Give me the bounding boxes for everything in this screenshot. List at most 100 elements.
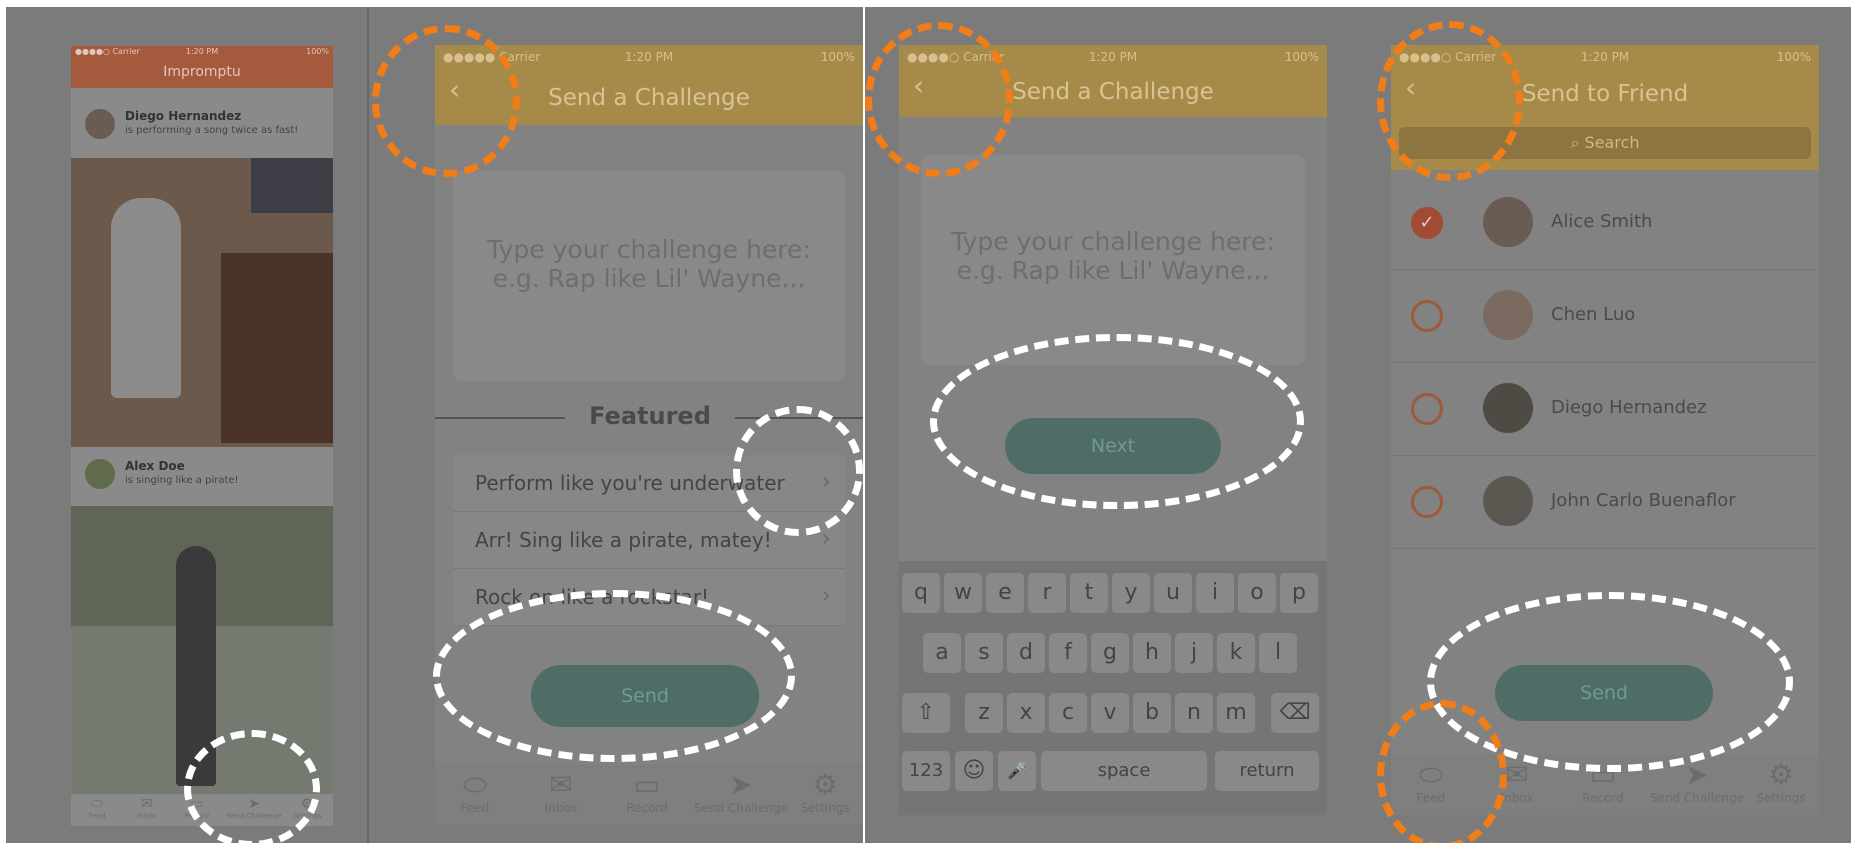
- friend-row[interactable]: ✓ Alice Smith: [1391, 177, 1819, 270]
- featured-heading: Featured: [589, 402, 711, 430]
- highlight-ring-next: [930, 334, 1304, 509]
- friend-name: Diego Hernandez: [1551, 397, 1707, 418]
- key[interactable]: y: [1112, 573, 1150, 613]
- numbers-key[interactable]: 123: [902, 751, 950, 791]
- key[interactable]: v: [1091, 693, 1129, 733]
- key[interactable]: b: [1133, 693, 1171, 733]
- feed-post[interactable]: Alex Doe is singing like a pirate!: [71, 451, 333, 495]
- key[interactable]: o: [1238, 573, 1276, 613]
- key[interactable]: e: [986, 573, 1024, 613]
- key[interactable]: l: [1259, 633, 1297, 673]
- tab-settings[interactable]: ⚙ Settings: [787, 769, 863, 816]
- tab-feed[interactable]: ⬭ Feed: [435, 769, 515, 816]
- checkmark-icon[interactable]: ✓: [1411, 207, 1443, 239]
- tab-label: Record: [1582, 791, 1624, 805]
- featured-divider-left: [435, 417, 565, 419]
- key[interactable]: k: [1217, 633, 1255, 673]
- key[interactable]: u: [1154, 573, 1192, 613]
- avatar: [1483, 383, 1533, 433]
- wall-art: [251, 158, 333, 213]
- tab-label: Send Challenge: [1649, 791, 1745, 805]
- unchecked-circle-icon[interactable]: [1411, 300, 1443, 332]
- post-author[interactable]: Alex Doe: [125, 459, 185, 473]
- highlight-ring-featured-chevron: [733, 406, 863, 536]
- app-title: Impromptu: [163, 64, 241, 80]
- key[interactable]: n: [1175, 693, 1213, 733]
- status-bar: ●●●●○ Carrier 1:20 PM 100%: [71, 46, 333, 58]
- featured-item-label: Arr! Sing like a pirate, matey!: [475, 528, 772, 552]
- tab-label: Settings: [800, 801, 850, 815]
- feed-header: ●●●●○ Carrier 1:20 PM 100% Impromptu: [71, 46, 333, 88]
- tab-send-challenge[interactable]: ➤ Send Challenge: [691, 768, 791, 816]
- status-battery: 100%: [306, 47, 329, 56]
- chevron-right-icon: ›: [821, 581, 831, 609]
- key[interactable]: s: [965, 633, 1003, 673]
- friend-row[interactable]: Diego Hernandez: [1391, 363, 1819, 456]
- challenge-input[interactable]: Type your challenge here: e.g. Rap like …: [453, 171, 845, 381]
- key[interactable]: t: [1070, 573, 1108, 613]
- avatar[interactable]: [85, 109, 115, 139]
- unchecked-circle-icon[interactable]: [1411, 486, 1443, 518]
- key[interactable]: r: [1028, 573, 1066, 613]
- search-placeholder: Search: [1584, 133, 1640, 152]
- key[interactable]: d: [1007, 633, 1045, 673]
- placeholder-line2: e.g. Rap like Lil' Wayne...: [956, 256, 1270, 285]
- tabbar: ⬭ Feed ✉ Inbox ▭ Record ➤ Send Challenge ⚙ Se…: [435, 765, 863, 825]
- status-battery: 100%: [820, 50, 855, 64]
- paper-plane-icon: ➤: [729, 768, 753, 801]
- tab-settings[interactable]: ⚙ Settings: [1743, 759, 1819, 806]
- emoji-key[interactable]: ☺: [955, 751, 993, 791]
- panel-send-challenge: ●●●●● Carrier 1:20 PM 100% ‹ Send a Chal…: [369, 7, 863, 843]
- friend-row[interactable]: Chen Luo: [1391, 270, 1819, 363]
- panel-send-to-friend: ●●●●○ Carrier 1:20 PM 100% ‹ Send to Fri…: [1377, 7, 1851, 843]
- delete-key[interactable]: ⌫: [1271, 693, 1319, 733]
- status-time: 1:20 PM: [185, 47, 219, 56]
- friend-row[interactable]: John Carlo Buenaflor: [1391, 456, 1819, 549]
- storyboard-canvas: ●●●●○ Carrier 1:20 PM 100% Impromptu Die…: [0, 0, 1851, 845]
- key[interactable]: g: [1091, 633, 1129, 673]
- key[interactable]: j: [1175, 633, 1213, 673]
- tab-inbox[interactable]: ✉ Inbox: [521, 768, 601, 816]
- highlight-ring-send-challenge-tab: [184, 730, 320, 843]
- panel-type-challenge: ●●●●○ Carrier 1:20 PM 100% ‹ Send a Chal…: [865, 7, 1377, 843]
- tab-feed[interactable]: ⬭ Feed: [77, 796, 117, 820]
- person-figure: [111, 198, 181, 398]
- inbox-icon: ✉: [141, 796, 153, 812]
- avatar[interactable]: [85, 459, 115, 489]
- tab-inbox[interactable]: ✉ Inbox: [127, 796, 167, 820]
- key[interactable]: x: [1007, 693, 1045, 733]
- key[interactable]: w: [944, 573, 982, 613]
- tab-label: Send Challenge: [693, 801, 789, 815]
- key[interactable]: i: [1196, 573, 1234, 613]
- key[interactable]: p: [1280, 573, 1318, 613]
- avatar: [1483, 197, 1533, 247]
- shift-key[interactable]: ⇧: [902, 693, 950, 733]
- key[interactable]: z: [965, 693, 1003, 733]
- tab-label: Settings: [1756, 791, 1806, 805]
- status-battery: 100%: [1776, 50, 1811, 64]
- inbox-icon: ✉: [549, 768, 573, 801]
- tab-record[interactable]: ▭ Record: [607, 769, 687, 816]
- unchecked-circle-icon[interactable]: [1411, 393, 1443, 425]
- key[interactable]: m: [1217, 693, 1255, 733]
- tab-label: Record: [626, 801, 668, 815]
- placeholder-line1: Type your challenge here:: [951, 227, 1275, 256]
- return-key[interactable]: return: [1215, 751, 1319, 791]
- key[interactable]: c: [1049, 693, 1087, 733]
- post-caption: is performing a song twice as fast!: [125, 125, 299, 136]
- tab-label: Inbox: [1500, 791, 1534, 805]
- feed-post[interactable]: Diego Hernandez is performing a song twi…: [71, 101, 333, 145]
- microphone-key[interactable]: 🎤: [998, 751, 1036, 791]
- status-battery: 100%: [1284, 50, 1319, 64]
- highlight-ring-send: [433, 590, 795, 762]
- post-author[interactable]: Diego Hernandez: [125, 109, 241, 123]
- key[interactable]: h: [1133, 633, 1171, 673]
- space-key[interactable]: space: [1041, 751, 1207, 791]
- post-photo-piano[interactable]: [71, 158, 333, 447]
- friend-name: John Carlo Buenaflor: [1551, 490, 1736, 511]
- key[interactable]: a: [923, 633, 961, 673]
- tab-label: Inbox: [544, 801, 578, 815]
- key[interactable]: q: [902, 573, 940, 613]
- key[interactable]: f: [1049, 633, 1087, 673]
- piano-shape: [221, 253, 333, 443]
